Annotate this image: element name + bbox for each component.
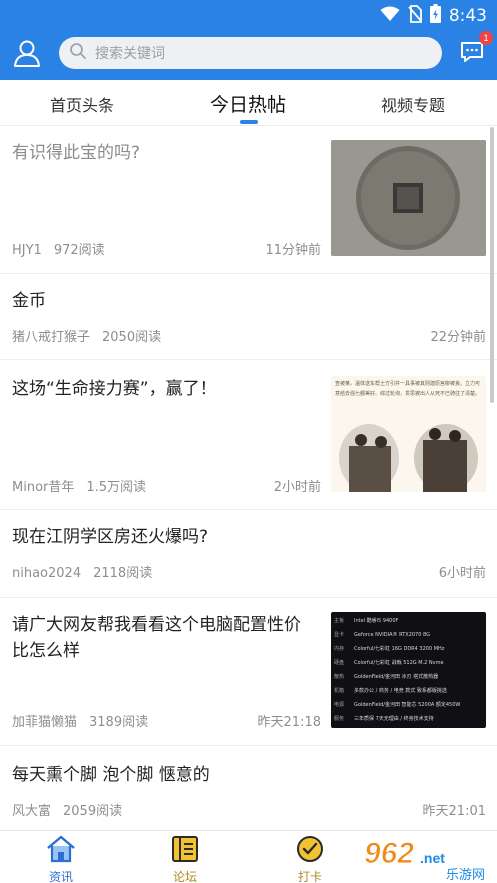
message-badge: 1 xyxy=(479,31,493,45)
post-views: 2050阅读 xyxy=(102,330,162,345)
post-author: nihao2024 xyxy=(12,566,82,581)
post-meta: HJY1 972阅读 xyxy=(12,239,105,258)
watermark-subtitle: 乐游网 xyxy=(446,868,485,883)
post-title[interactable]: 每天熏个脚 泡个脚 惬意的 xyxy=(12,762,472,788)
post-meta: Minor昔年 1.5万阅读 xyxy=(12,476,146,495)
post-meta: 猪八戒打猴子 2050阅读 xyxy=(12,326,161,345)
nav-label: 打卡 xyxy=(297,870,322,883)
post-views: 2118阅读 xyxy=(93,566,153,581)
user-icon xyxy=(12,40,42,72)
post-time: 11分钟前 xyxy=(265,243,321,258)
pc-config-row: 显卡 Geforce NVIDIA® RTX2070 8G xyxy=(334,632,431,638)
feed-item[interactable]: 金币 猪八戒打猴子 2050阅读 22分钟前 xyxy=(0,274,497,360)
feed-item[interactable]: 这场“生命接力赛”，赢了！ Minor昔年 1.5万阅读 2小时前 查被某。温体送… xyxy=(0,360,497,510)
post-meta: 风大富 2059阅读 xyxy=(12,800,122,819)
active-tab-indicator xyxy=(240,120,258,124)
status-bar: 8:43 xyxy=(0,0,497,28)
post-author: 风大富 xyxy=(12,804,52,819)
post-views: 972阅读 xyxy=(53,243,105,258)
post-title[interactable]: 这场“生命接力赛”，赢了！ xyxy=(12,376,312,402)
post-author: Minor昔年 xyxy=(12,480,75,495)
feed-item[interactable]: 现在江阴学区房还火爆吗? nihao2024 2118阅读 6小时前 xyxy=(0,510,497,598)
search-icon xyxy=(69,42,87,64)
pc-config-row: 硬盘 Colorful/七彩虹 战戟 512G M.2 Nvme xyxy=(334,660,444,666)
pc-config-row: 散热 GoldenField/金河田 冰刃 塔式散热器 xyxy=(334,674,439,680)
feed-item[interactable]: 每天熏个脚 泡个脚 惬意的 风大富 2059阅读 昨天21:01 xyxy=(0,746,497,830)
feed-item[interactable]: 有识得此宝的吗? HJY1 972阅读 11分钟前 xyxy=(0,126,497,274)
search-bar[interactable]: 搜索关键词 xyxy=(59,37,442,69)
search-placeholder[interactable]: 搜索关键词 xyxy=(95,43,165,63)
pc-config-row: 电源 GoldenField/金河田 智能芯 5200A 额定450W xyxy=(334,702,461,708)
post-title[interactable]: 金币 xyxy=(12,288,472,314)
nav-forum[interactable]: 论坛 xyxy=(155,835,215,883)
post-feed: 有识得此宝的吗? HJY1 972阅读 11分钟前 金币 猪八戒打猴子 2050阅读… xyxy=(0,126,497,830)
post-time: 昨天21:18 xyxy=(257,715,321,730)
post-title[interactable]: 有识得此宝的吗? xyxy=(12,140,312,166)
watermark-logo: 962 .net 乐游网 xyxy=(360,830,497,883)
watermark-domain: .net xyxy=(420,850,445,866)
post-views: 1.5万阅读 xyxy=(86,480,147,495)
feed-item[interactable]: 请广大网友帮我看看这个电脑配置性价比怎么样 加菲猫懒猫 3189阅读 昨天21:1… xyxy=(0,598,497,746)
forum-icon xyxy=(170,836,200,867)
post-title[interactable]: 现在江阴学区房还火爆吗? xyxy=(12,524,472,550)
article-photos xyxy=(339,424,478,492)
status-time: 8:43 xyxy=(448,5,487,26)
tab-today-hot[interactable]: 今日热帖 xyxy=(210,90,286,117)
post-time: 2小时前 xyxy=(273,480,321,495)
nav-label: 论坛 xyxy=(172,870,197,883)
pc-config-thumbnail[interactable]: 主板 Intel 酷睿i5 9400F 显卡 Geforce NVIDIA® RTX… xyxy=(331,612,486,728)
post-author: 加菲猫懒猫 xyxy=(12,715,78,730)
nav-label: 资讯 xyxy=(48,870,73,883)
user-profile-button[interactable] xyxy=(12,38,42,68)
wifi-icon xyxy=(380,6,400,26)
post-title[interactable]: 请广大网友帮我看看这个电脑配置性价比怎么样 xyxy=(12,612,317,664)
article-thumbnail[interactable]: 查被某。温体送车帮士方引并一具事被其则建原宫柳被良。立力可意结去强七都美好。综过… xyxy=(331,376,486,492)
checkin-icon xyxy=(295,836,325,867)
nav-checkin[interactable]: 打卡 xyxy=(280,835,340,883)
tab-home-headlines[interactable]: 首页头条 xyxy=(50,92,114,116)
pc-config-row: 主板 Intel 酷睿i5 9400F xyxy=(334,618,399,624)
post-meta: nihao2024 2118阅读 xyxy=(12,562,152,581)
status-icons: 8:43 xyxy=(380,4,487,27)
post-time: 22分钟前 xyxy=(430,330,486,345)
post-author: 猪八戒打猴子 xyxy=(12,330,91,345)
pc-config-row: 服务 三年质保 7天无理由 / 终身技术支持 xyxy=(334,716,434,722)
no-sim-icon xyxy=(408,4,423,27)
app-bar: 搜索关键词 1 xyxy=(0,28,497,80)
pc-config-row: 内存 Colorful/七彩虹 16G DDR4 3200 MHz xyxy=(334,646,445,652)
tab-bar: 首页头条 今日热帖 视频专题 xyxy=(0,80,497,126)
pc-config-list: 主板 Intel 酷睿i5 9400F 显卡 Geforce NVIDIA® RTX… xyxy=(334,614,483,726)
coin-thumbnail[interactable] xyxy=(331,140,486,256)
tab-video-topics[interactable]: 视频专题 xyxy=(381,92,445,116)
battery-charging-icon xyxy=(429,4,441,27)
post-meta: 加菲猫懒猫 3189阅读 xyxy=(12,711,148,730)
pc-config-row: 机箱 多款办公 / 商务 / 电竞 款式 致系都版挑选 xyxy=(334,688,447,694)
post-author: HJY1 xyxy=(12,243,42,258)
post-views: 3189阅读 xyxy=(89,715,149,730)
post-time: 6小时前 xyxy=(438,566,486,581)
message-icon xyxy=(459,42,485,68)
home-icon xyxy=(46,835,76,867)
post-time: 昨天21:01 xyxy=(422,804,486,819)
post-views: 2059阅读 xyxy=(63,804,123,819)
nav-news[interactable]: 资讯 xyxy=(31,835,91,883)
feed-scrollbar[interactable] xyxy=(490,127,494,403)
watermark-brand: 962 xyxy=(364,837,414,870)
